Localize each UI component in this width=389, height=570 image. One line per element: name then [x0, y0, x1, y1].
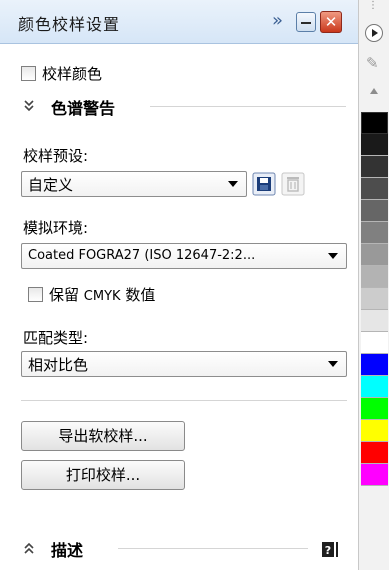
help-icon[interactable]: ?	[320, 539, 342, 559]
match-type-label: 匹配类型:	[23, 329, 89, 347]
color-swatch[interactable]	[361, 310, 388, 332]
color-swatch[interactable]	[361, 178, 388, 200]
color-swatch[interactable]	[361, 244, 388, 266]
eyedropper-icon[interactable]: ✎	[366, 54, 379, 72]
docker-title: 颜色校样设置	[18, 15, 121, 34]
preserve-cmyk-prefix: 保留	[49, 286, 80, 304]
expand-chevron-icon[interactable]	[22, 541, 36, 555]
proof-preset-label: 校样预设:	[23, 147, 89, 165]
color-swatch[interactable]	[361, 464, 388, 486]
color-swatch[interactable]	[361, 112, 388, 134]
collapse-chevron-icon[interactable]	[22, 99, 36, 113]
more-options-icon[interactable]: »	[272, 10, 283, 31]
preserve-cmyk-checkbox[interactable]	[28, 287, 43, 302]
chevron-down-icon	[228, 181, 238, 187]
section-divider	[150, 106, 346, 107]
proof-colors-checkbox[interactable]	[21, 66, 36, 81]
proof-preset-value: 自定义	[28, 176, 74, 194]
close-icon: ✕	[324, 13, 338, 31]
preserve-cmyk-suffix: 数值	[125, 286, 156, 304]
save-preset-icon[interactable]	[252, 172, 276, 196]
palette-grip-icon[interactable]: ⋮	[368, 1, 379, 11]
color-swatch[interactable]	[361, 332, 388, 354]
export-soft-proof-button[interactable]: 导出软校样...	[21, 421, 185, 451]
docker-titlebar: 颜色校样设置 » ✕	[0, 0, 358, 44]
chevron-down-icon	[328, 253, 338, 259]
sim-env-label: 模拟环境:	[23, 219, 89, 237]
print-proof-button[interactable]: 打印校样...	[21, 460, 185, 490]
scroll-up-icon[interactable]	[370, 88, 378, 94]
color-swatch[interactable]	[361, 288, 388, 310]
divider	[21, 400, 347, 401]
svg-text:?: ?	[325, 544, 331, 557]
sim-env-value: Coated FOGRA27 (ISO 12647-2:2...	[28, 248, 256, 263]
section-divider	[118, 548, 308, 549]
color-swatch[interactable]	[361, 156, 388, 178]
swatch-list	[361, 112, 388, 486]
preserve-cmyk-mid: CMYK	[83, 289, 121, 304]
color-swatch[interactable]	[361, 420, 388, 442]
sim-env-dropdown[interactable]: Coated FOGRA27 (ISO 12647-2:2...	[21, 243, 347, 269]
match-type-value: 相对比色	[28, 356, 89, 374]
color-swatch[interactable]	[361, 398, 388, 420]
color-palette: ⋮ ✎	[358, 0, 389, 570]
proof-preset-dropdown[interactable]: 自定义	[21, 171, 247, 197]
color-swatch[interactable]	[361, 222, 388, 244]
color-swatch[interactable]	[361, 266, 388, 288]
color-swatch[interactable]	[361, 134, 388, 156]
proof-colors-label: 校样颜色	[42, 65, 103, 83]
color-swatch[interactable]	[361, 200, 388, 222]
color-swatch[interactable]	[361, 442, 388, 464]
gamut-alarm-section-title: 色谱警告	[51, 99, 116, 118]
color-swatch[interactable]	[361, 376, 388, 398]
delete-preset-icon[interactable]	[281, 172, 305, 196]
match-type-dropdown[interactable]: 相对比色	[21, 351, 347, 377]
color-swatch[interactable]	[361, 354, 388, 376]
close-button[interactable]: ✕	[320, 11, 342, 33]
minimize-button[interactable]	[296, 12, 316, 32]
preserve-cmyk-label: 保留 CMYK 数值	[49, 284, 155, 305]
description-section-title: 描述	[51, 541, 84, 560]
chevron-down-icon	[328, 361, 338, 367]
palette-menu-icon[interactable]	[365, 24, 383, 42]
color-proof-docker: 颜色校样设置 » ✕ 校样颜色 色谱警告 校样预设: 自定义 模拟环境: Coa…	[0, 0, 358, 570]
